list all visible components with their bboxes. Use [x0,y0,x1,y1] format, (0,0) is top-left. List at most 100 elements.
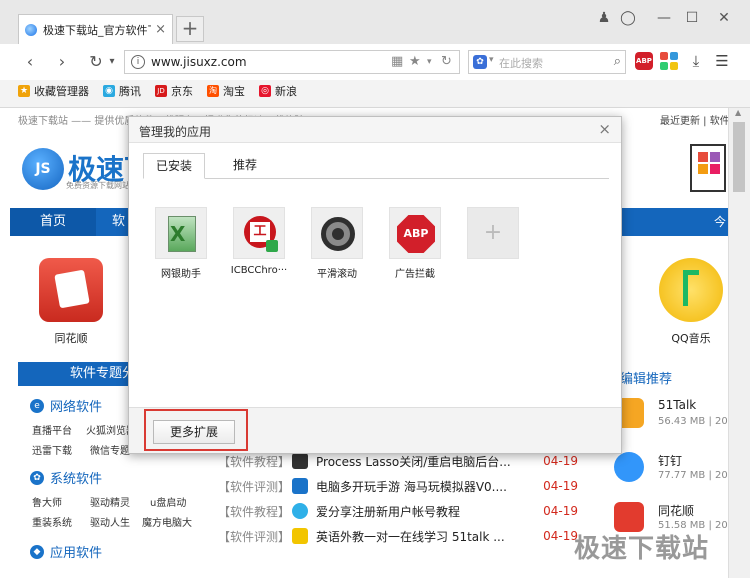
scroll-up-icon[interactable]: ▲ [735,108,741,117]
bookmark-taobao[interactable]: 淘 淘宝 [207,83,245,99]
site-info-icon[interactable]: i [131,55,145,69]
news-title[interactable]: 爱分享注册新用户帐号教程 [316,503,538,520]
news-title[interactable]: 电脑多开玩手游 海马玩模拟器V0.... [316,478,538,495]
forward-button[interactable]: › [50,50,74,74]
extension-icbc-chrome[interactable]: 工 ICBCChro··· [229,207,289,276]
site-logo-icon[interactable]: JS [22,148,64,190]
adblock-plus-icon[interactable]: ABP [635,52,653,70]
url-text[interactable]: www.jisuxz.com [151,55,247,69]
news-icon [292,453,308,469]
extension-bank-helper[interactable]: X 网银助手 [151,207,211,280]
extension-label: 网银助手 [161,269,201,280]
bookmark-sina[interactable]: ◎ 新浪 [259,83,297,99]
category-link[interactable]: 驱动人生 [90,514,130,529]
nav-home[interactable]: 首页 [10,208,96,236]
app-label: 同花顺 [54,332,88,345]
search-icon[interactable]: ⌕ [614,54,621,69]
close-window-button[interactable]: ✕ [712,10,736,26]
extension-smooth-scroll[interactable]: 平滑滚动 [307,207,367,280]
qr-code-icon[interactable]: ▦ [391,54,403,69]
scrollbar-thumb[interactable] [733,122,745,192]
editor-pick-app[interactable]: 51Talk 56.43 MB | 201 [614,394,728,444]
bookmark-label: 腾讯 [119,85,141,98]
nav-today[interactable]: 今 [714,208,726,236]
page-scrollbar[interactable]: ▲ [728,108,750,578]
news-row[interactable]: 【软件评测】 英语外教一对一在线学习 51talk ... 04-19 [218,525,578,547]
taobao-icon: 淘 [207,85,219,97]
news-icon [292,478,308,494]
search-placeholder[interactable]: 在此搜索 [499,55,543,71]
category-link[interactable]: 直播平台 [32,422,72,437]
app-category-icon: ◆ [30,544,44,559]
editor-pick-app[interactable]: 钉钉 77.77 MB | 201 [614,448,728,498]
add-extension-button[interactable]: + [463,207,523,259]
engine-dropdown-icon[interactable]: ▾ [489,55,494,65]
extension-label: 平滑滚动 [317,269,357,280]
news-row[interactable]: 【软件教程】 爱分享注册新用户帐号教程 04-19 [218,500,578,522]
minimize-button[interactable]: — [652,10,676,26]
app-name[interactable]: 同花顺 [658,502,694,519]
dialog-close-icon[interactable]: × [598,120,611,138]
category-link[interactable]: 重装系统 [32,514,72,529]
search-box[interactable]: ✿ ▾ 在此搜索 ⌕ [468,50,626,74]
top-right-links[interactable]: 最近更新 | 软件 [660,112,728,127]
featured-app-qqmusic[interactable]: QQ音乐 [656,258,726,346]
extension-adblock[interactable]: ABP 广告拦截 [385,207,445,280]
manage-apps-dialog: 管理我的应用 × 已安装 推荐 X 网银助手 工 ICBCChro··· 平滑滚… [128,116,622,454]
category-link[interactable]: 迅雷下载 [32,442,72,457]
back-button[interactable]: ‹ [18,50,42,74]
skin-icon[interactable]: ♟ [592,10,616,26]
news-tag: 【软件评测】 [218,479,291,494]
extension-label: ICBCChro··· [230,265,288,276]
category-link[interactable]: 驱动精灵 [90,494,130,509]
news-icon [292,503,308,519]
category-link[interactable]: 微信专题 [90,442,130,457]
tab-recommended[interactable]: 推荐 [221,153,269,179]
reload-icon[interactable]: ↻ [441,54,452,69]
category-system[interactable]: ✿ 系统软件 [30,468,102,487]
bookmark-jd[interactable]: JD 京东 [155,83,193,99]
site-logo-subtitle: 免费资源下载网站 [66,181,130,190]
category-label: 应用软件 [50,546,103,561]
dialog-header: 管理我的应用 × [129,117,621,143]
category-link[interactable]: u盘启动 [150,494,186,509]
bookmark-manager[interactable]: ★ 收藏管理器 [18,83,89,99]
bookmark-star-icon[interactable]: ★ [409,54,421,69]
category-link[interactable]: 鲁大师 [32,494,62,509]
category-apps[interactable]: ◆ 应用软件 [30,542,102,561]
news-icon [292,528,308,544]
tab-close-icon[interactable]: × [155,22,166,37]
news-date: 04-19 [543,504,578,518]
bank-helper-icon: X [155,207,207,259]
news-row[interactable]: 【软件评测】 电脑多开玩手游 海马玩模拟器V0.... 04-19 [218,475,578,497]
maximize-button[interactable]: ☐ [680,10,704,26]
tab-installed[interactable]: 已安装 [143,153,206,179]
menu-icon[interactable]: ☰ [712,52,732,70]
browser-tab[interactable]: 极速下载站_官方软件下载 × [18,14,173,44]
new-tab-button[interactable]: + [176,16,204,42]
category-label: 网络软件 [50,400,103,415]
category-link[interactable]: 魔方电脑大 [142,514,192,529]
category-network[interactable]: e 网络软件 [30,396,102,415]
jd-icon: JD [155,85,167,97]
news-title[interactable]: 英语外教一对一在线学习 51talk ... [316,528,538,545]
url-dropdown-icon[interactable]: ▾ [427,57,432,67]
bookmark-label: 收藏管理器 [34,85,89,98]
news-title[interactable]: Process Lasso关闭/重启电脑后台... [316,453,538,470]
bookmark-label: 京东 [171,85,193,98]
featured-app-tonghuashun[interactable]: 同花顺 [36,258,106,346]
watermark: 极速下载站 [574,534,710,564]
app-name[interactable]: 钉钉 [658,452,682,469]
account-icon[interactable]: ◯ [616,10,640,26]
bookmark-label: 淘宝 [223,85,245,98]
browser-chrome: 极速下载站_官方软件下载 × + ♟ ◯ — ☐ ✕ ‹ › ↻ ▾ i www… [0,0,750,108]
search-engine-icon[interactable]: ✿ [473,55,487,69]
app-name[interactable]: 51Talk [658,398,696,412]
apps-grid-icon[interactable] [660,52,678,70]
editor-picks-header[interactable]: 编辑推荐 [620,368,672,387]
download-icon[interactable]: ⤓ [686,52,706,70]
address-bar[interactable]: i www.jisuxz.com ▦ ★ ▾ ↻ [124,50,460,74]
nav-software[interactable]: 软 [112,208,125,236]
bookmark-tencent[interactable]: ◉ 腾讯 [103,83,141,99]
history-dropdown-icon[interactable]: ▾ [100,50,124,74]
